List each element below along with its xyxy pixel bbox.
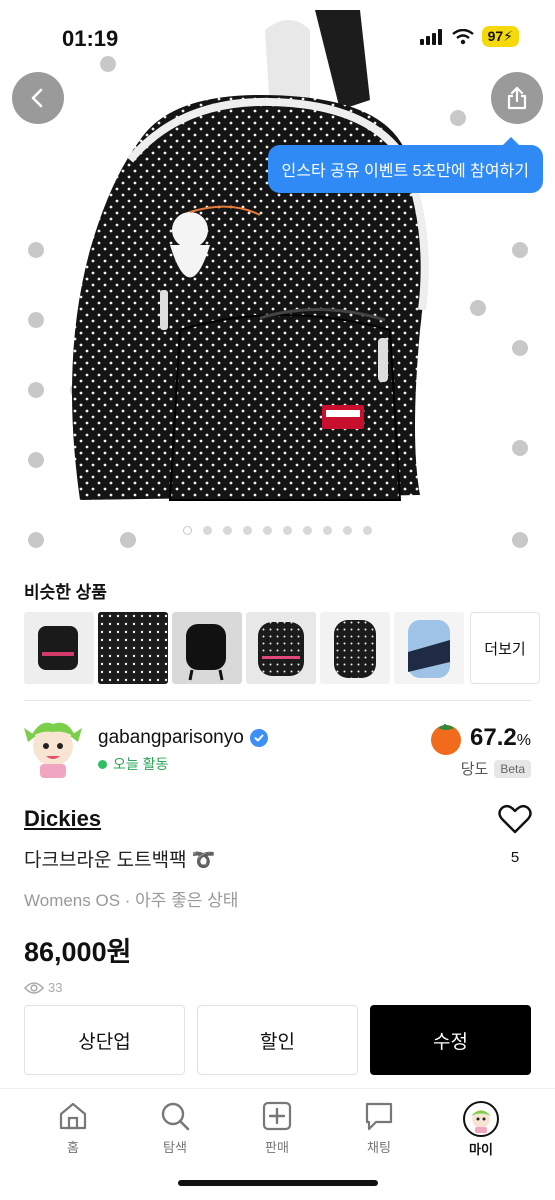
battery-level: 97 — [487, 28, 504, 44]
edit-button[interactable]: 수정 — [370, 1005, 531, 1075]
tab-chat[interactable]: 채팅 — [344, 1101, 414, 1156]
page-dot[interactable] — [263, 526, 272, 535]
background-dot — [512, 242, 528, 258]
seller-name-row[interactable]: gabangparisonyo — [98, 727, 268, 749]
sweetness-number: 67.2 — [470, 724, 517, 751]
similar-product-image — [186, 624, 226, 681]
page-dot[interactable] — [243, 526, 252, 535]
status-icons: 97⚡ — [419, 26, 519, 47]
sweetness-label: 당도 — [460, 761, 489, 778]
similar-product-thumb[interactable] — [98, 612, 168, 684]
gallery-pagination — [0, 526, 555, 535]
product-name: 다크브라운 도트백팩 ➰ — [24, 850, 216, 871]
home-icon — [59, 1102, 87, 1130]
persimmon-icon — [431, 724, 462, 755]
home-indicator — [178, 1180, 378, 1186]
tab-sell[interactable]: 판매 — [242, 1101, 312, 1156]
background-dot — [28, 382, 44, 398]
status-time: 01:19 — [62, 26, 119, 51]
similar-product-thumb[interactable] — [320, 612, 390, 684]
page-dot[interactable] — [203, 526, 212, 535]
eye-icon — [24, 981, 44, 994]
online-dot-icon — [98, 759, 107, 769]
profile-avatar-icon — [463, 1101, 499, 1137]
tab-home-label: 홈 — [67, 1140, 79, 1155]
similar-product-image — [334, 620, 376, 678]
similar-products-title: 비슷한 상품 — [24, 583, 107, 602]
share-icon — [507, 86, 527, 110]
page-dot[interactable] — [223, 526, 232, 535]
chat-bubble-icon — [365, 1102, 393, 1131]
share-button[interactable] — [491, 72, 543, 124]
similar-product-image — [38, 626, 78, 670]
page-dot[interactable] — [343, 526, 352, 535]
similar-product-thumb[interactable] — [246, 612, 316, 684]
back-button[interactable] — [12, 72, 64, 124]
similar-product-thumb[interactable] — [172, 612, 242, 684]
signal-icon — [419, 28, 442, 45]
page-dot[interactable] — [303, 526, 312, 535]
like-count: 5 — [510, 849, 520, 866]
background-dot — [28, 242, 44, 258]
similar-product-thumb[interactable] — [394, 612, 464, 684]
product-image-gallery[interactable]: 01:19 97⚡ 인스타 공유 이벤트 5초만에 참여하기 — [0, 0, 555, 560]
wifi-icon — [451, 28, 474, 44]
status-bar: 01:19 97⚡ — [0, 0, 555, 70]
search-icon — [161, 1102, 190, 1131]
background-dot — [512, 440, 528, 456]
seller-activity: 오늘 활동 — [98, 754, 168, 774]
similar-product-image — [98, 612, 168, 684]
page-dot[interactable] — [283, 526, 292, 535]
background-dot — [512, 340, 528, 356]
tab-my-label: 마이 — [469, 1142, 493, 1157]
heart-outline-icon — [498, 804, 532, 834]
share-event-tooltip[interactable]: 인스타 공유 이벤트 5초만에 참여하기 — [267, 137, 543, 193]
view-count: 33 — [24, 980, 62, 995]
tab-my[interactable]: 마이 — [446, 1101, 516, 1158]
section-divider — [24, 700, 531, 701]
background-dot — [28, 452, 44, 468]
tab-explore[interactable]: 탐색 — [140, 1101, 210, 1156]
similar-product-image — [258, 622, 304, 676]
similar-products-list: 더보기 — [24, 612, 540, 684]
page-dot[interactable] — [363, 526, 372, 535]
verified-badge-icon — [249, 729, 268, 747]
tab-sell-label: 판매 — [265, 1140, 289, 1155]
chevron-left-icon — [31, 88, 43, 108]
page-dot[interactable] — [183, 526, 192, 535]
plus-square-icon — [262, 1101, 292, 1131]
tab-explore-label: 탐색 — [163, 1140, 187, 1155]
tab-chat-label: 채팅 — [367, 1140, 391, 1155]
similar-product-image — [408, 620, 450, 678]
product-brand-link[interactable]: Dickies — [24, 806, 101, 832]
backpack-image — [72, 10, 429, 501]
discount-button[interactable]: 할인 — [197, 1005, 358, 1075]
page-dot[interactable] — [323, 526, 332, 535]
battery-indicator: 97⚡ — [481, 26, 519, 47]
product-meta: Womens OS · 아주 좋은 상태 — [24, 891, 239, 910]
seller-action-bar: 상단업 할인 수정 — [24, 1005, 531, 1075]
like-button[interactable]: 5 — [497, 804, 533, 866]
seller-sweetness[interactable]: 67.2% — [428, 720, 531, 756]
seller-name[interactable]: gabangparisonyo — [98, 727, 244, 749]
beta-badge: Beta — [494, 759, 531, 778]
bump-button[interactable]: 상단업 — [24, 1005, 185, 1075]
similar-product-thumb[interactable] — [24, 612, 94, 684]
sweetness-unit: % — [516, 732, 531, 749]
sweetness-label-row: 당도 Beta — [461, 758, 531, 779]
view-count-value: 33 — [48, 980, 63, 995]
product-price: 86,000원 — [24, 937, 132, 967]
tab-home[interactable]: 홈 — [38, 1101, 108, 1156]
sweetness-value: 67.2% — [470, 724, 531, 752]
seller-avatar[interactable] — [22, 716, 84, 782]
seller-activity-text: 오늘 활동 — [113, 756, 169, 772]
background-dot — [28, 312, 44, 328]
similar-more-button[interactable]: 더보기 — [470, 612, 540, 684]
